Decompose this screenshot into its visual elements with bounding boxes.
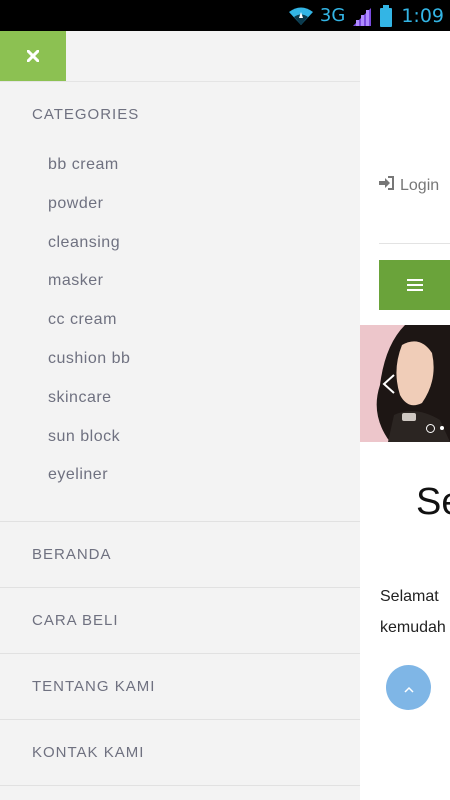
scroll-to-top-button[interactable] [386, 665, 431, 710]
battery-icon [379, 4, 393, 27]
signal-icon [351, 6, 373, 26]
slider-dot[interactable] [426, 424, 435, 433]
slider-prev-arrow[interactable] [382, 373, 396, 399]
clock: 1:09 [401, 4, 444, 27]
nav-item-label: TENTANG KAMI [32, 678, 156, 695]
hamburger-icon [406, 276, 423, 295]
nav-item-label: BERANDA [32, 546, 112, 563]
category-item[interactable]: cleansing [48, 229, 130, 268]
page-heading: Se [416, 481, 450, 523]
network-type: 3G [319, 5, 346, 26]
menu-toggle-button[interactable] [379, 260, 450, 310]
nav-item-tentang-kami[interactable]: TENTANG KAMI [0, 653, 360, 719]
nav-item-label: KONTAK KAMI [32, 744, 145, 761]
login-label: Login [400, 176, 440, 194]
slider-dot[interactable] [440, 426, 444, 430]
divider [0, 81, 360, 82]
nav-item-beranda[interactable]: BERANDA [0, 521, 360, 587]
welcome-text: Selamat kemudah [380, 581, 446, 643]
welcome-line: Selamat [380, 588, 439, 605]
divider [379, 243, 450, 244]
nav-item-cara-beli[interactable]: CARA BELI [0, 587, 360, 653]
nav-item-label: CARA BELI [32, 612, 119, 629]
category-item[interactable]: cushion bb [48, 345, 130, 384]
category-item[interactable]: powder [48, 190, 130, 229]
sign-in-icon [379, 176, 394, 195]
category-item[interactable]: eyeliner [48, 461, 130, 500]
nav-item-kontak-kami[interactable]: KONTAK KAMI [0, 719, 360, 785]
category-item[interactable]: sun block [48, 423, 130, 462]
wifi-icon [288, 6, 314, 26]
chevron-up-icon [403, 678, 414, 697]
close-icon [26, 47, 40, 66]
banner-slider[interactable] [360, 325, 450, 442]
category-item[interactable]: bb cream [48, 151, 130, 190]
navigation-drawer: CATEGORIES bb cream powder cleansing mas… [0, 31, 360, 800]
categories-heading: CATEGORIES [32, 106, 140, 123]
login-link[interactable]: Login [379, 176, 439, 195]
divider [0, 785, 360, 800]
category-item[interactable]: masker [48, 267, 130, 306]
category-item[interactable]: cc cream [48, 306, 130, 345]
close-drawer-button[interactable] [0, 31, 66, 81]
welcome-line: kemudah [380, 619, 446, 636]
banner-image [360, 325, 450, 442]
category-list: bb cream powder cleansing masker cc crea… [48, 151, 130, 500]
category-item[interactable]: skincare [48, 384, 130, 423]
status-bar: 3G 1:09 [0, 0, 450, 31]
